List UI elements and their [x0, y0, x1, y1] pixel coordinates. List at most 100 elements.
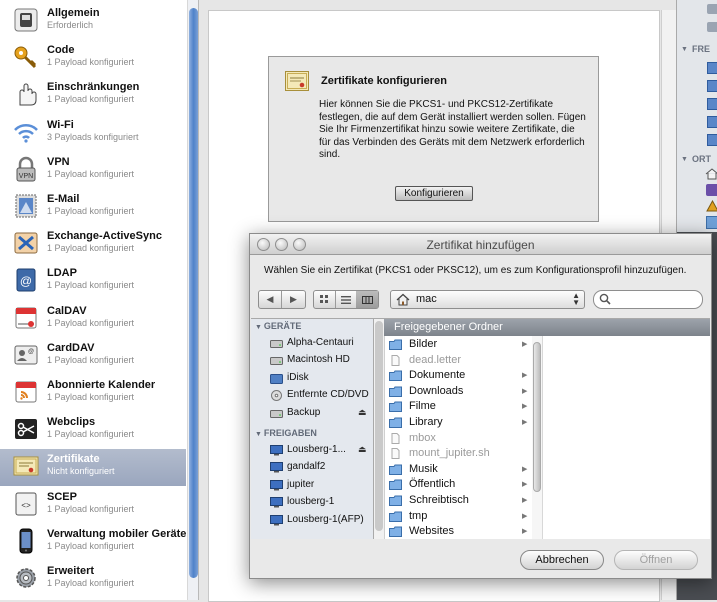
location-label: mac [416, 293, 437, 305]
search-input[interactable] [614, 292, 698, 307]
source-item[interactable]: Entfernte CD/DVD [270, 388, 370, 404]
exchange-icon [12, 229, 40, 257]
folder-icon [389, 495, 402, 506]
document-icon [389, 432, 402, 444]
disclosure-triangle-icon[interactable]: ▼ [255, 431, 264, 438]
drive-icon [707, 22, 717, 32]
sidebar-item-verwaltung-mobiler-geräte[interactable]: Verwaltung mobiler Geräte 1 Payload konfi… [0, 524, 186, 561]
dialog-title: Zertifikat hinzufügen [426, 238, 535, 252]
back-button[interactable]: ◀ [259, 291, 282, 308]
sidebar-item-einschränkungen[interactable]: Einschränkungen 1 Payload konfiguriert [0, 77, 186, 114]
disclosure-triangle-icon[interactable]: ▼ [681, 46, 688, 53]
disclosure-arrow-icon: ▶ [522, 372, 528, 380]
network-computer-icon[interactable] [707, 116, 717, 128]
sidebar-scrollbar[interactable] [187, 0, 198, 600]
source-item[interactable]: iDisk [270, 371, 370, 387]
source-item[interactable]: Alpha-Centauri [270, 336, 370, 352]
source-item[interactable]: Lousberg-1(AFP) [270, 513, 370, 529]
sidebar-item-label: Einschränkungen [47, 81, 140, 94]
column-view-button[interactable] [356, 291, 378, 308]
folder-row[interactable]: Websites ▶ [384, 524, 532, 539]
folder-row[interactable]: tmp ▶ [384, 509, 532, 525]
sidebar-item-carddav[interactable]: @ CardDAV 1 Payload konfiguriert [0, 338, 186, 375]
folder-row[interactable]: Library ▶ [384, 415, 532, 431]
sidebar-item-wi-fi[interactable]: Wi-Fi 3 Payloads konfiguriert [0, 115, 186, 152]
sidebar-item-exchange-activesync[interactable]: Exchange-ActiveSync 1 Payload konfigurier… [0, 226, 186, 263]
source-item-label: jupiter [287, 478, 315, 490]
search-icon [599, 293, 611, 305]
home-icon[interactable] [705, 168, 717, 180]
network-computer-icon[interactable] [707, 134, 717, 146]
forward-button[interactable]: ▶ [282, 291, 305, 308]
sidebar-item-zertifikate[interactable]: Zertifikate Nicht konfiguriert [0, 449, 186, 487]
folder-icon [389, 464, 402, 475]
subscribed-calendar-icon [12, 378, 40, 406]
open-button[interactable]: Öffnen [614, 550, 698, 570]
disclosure-arrow-icon: ▶ [522, 419, 528, 426]
source-item[interactable]: jupiter [270, 478, 370, 494]
sidebar-scroll-thumb[interactable] [189, 8, 198, 578]
applications-icon[interactable] [706, 184, 717, 196]
folder-row[interactable]: Downloads ▶ [384, 384, 532, 400]
hard-drive-icon [270, 408, 283, 419]
disclosure-triangle-icon[interactable]: ▼ [681, 156, 688, 163]
folder-icon[interactable] [706, 216, 717, 229]
sidebar-item-vpn[interactable]: VPN VPN 1 Payload konfiguriert [0, 152, 186, 189]
file-column: Bilder ▶ dead.letter Dokumente ▶ Downloads ▶ Fi… [384, 336, 533, 539]
sidebar-item-status: 1 Payload konfiguriert [47, 578, 135, 588]
sidebar-item-erweitert[interactable]: Erweitert 1 Payload konfiguriert [0, 561, 186, 598]
source-item[interactable]: Macintosh HD [270, 353, 370, 369]
list-view-button[interactable] [335, 291, 357, 308]
source-item[interactable]: Lousberg-1... ⏏ [270, 443, 370, 459]
disclosure-triangle-icon[interactable]: ▼ [255, 324, 264, 331]
sidebar-item-caldav[interactable]: CalDAV 1 Payload konfiguriert [0, 301, 186, 338]
folder-row[interactable]: Dokumente ▶ [384, 368, 532, 384]
folder-row[interactable]: Bilder ▶ [384, 337, 532, 353]
source-item[interactable]: Backup ⏏ [270, 406, 370, 422]
folder-row[interactable]: Öffentlich ▶ [384, 477, 532, 493]
apps-folder-icon[interactable] [706, 199, 717, 212]
document-icon [389, 448, 402, 460]
network-computer-icon[interactable] [707, 62, 717, 74]
sidebar-item-code[interactable]: Code 1 Payload konfiguriert [0, 40, 186, 77]
network-computer-icon [270, 479, 283, 491]
sidebar-item-abonnierte-kalender[interactable]: Abonnierte Kalender 1 Payload konfigurier… [0, 375, 186, 412]
sidebar-item-e-mail[interactable]: E-Mail 1 Payload konfiguriert [0, 189, 186, 226]
view-mode-control [313, 290, 379, 309]
sidebar-item-label: Zertifikate [47, 453, 100, 466]
folder-icon [389, 417, 402, 428]
back-arrow-icon: ◀ [266, 294, 274, 304]
file-name: Downloads [409, 384, 464, 397]
folder-row[interactable]: Musik ▶ [384, 462, 532, 478]
configure-button[interactable]: Konfigurieren [395, 186, 473, 201]
sidebar-item-ldap[interactable]: @ LDAP 1 Payload konfiguriert [0, 263, 186, 300]
folder-icon [389, 386, 402, 397]
sidebar-item-webclips[interactable]: Webclips 1 Payload konfiguriert [0, 412, 186, 449]
folder-row[interactable]: Filme ▶ [384, 399, 532, 415]
network-computer-icon[interactable] [707, 98, 717, 110]
cancel-button[interactable]: Abbrechen [520, 550, 604, 570]
eject-icon[interactable]: ⏏ [358, 407, 367, 418]
location-popup[interactable]: mac ▲ ▼ [390, 290, 585, 309]
sidebar-item-status: Nicht konfiguriert [47, 466, 115, 477]
search-field[interactable] [593, 290, 703, 309]
advanced-gear-icon [12, 564, 40, 592]
file-column-scrollbar[interactable] [532, 336, 543, 539]
network-computer-icon[interactable] [707, 80, 717, 92]
sidebar-item-label: Allgemein [47, 7, 100, 19]
source-item-label: gandalf2 [287, 461, 326, 473]
sidebar-item-label: VPN [47, 155, 70, 168]
dialog-titlebar[interactable]: Zertifikat hinzufügen [250, 234, 711, 255]
file-column-scroll-thumb[interactable] [533, 342, 541, 492]
column-view-icon [361, 295, 373, 304]
sidebar-item-scep[interactable]: <> SCEP 1 Payload konfiguriert [0, 487, 186, 524]
svg-text:@: @ [28, 349, 34, 355]
folder-row[interactable]: Schreibtisch ▶ [384, 493, 532, 509]
eject-icon[interactable]: ⏏ [358, 444, 367, 455]
source-item[interactable]: lousberg-1 [270, 495, 370, 511]
sidebar-item-label: Exchange-ActiveSync [47, 230, 162, 243]
sidebar-item-allgemein[interactable]: Allgemein Erforderlich [0, 3, 186, 40]
source-item[interactable]: gandalf2 [270, 460, 370, 476]
icon-view-button[interactable] [314, 291, 336, 308]
column1-scroll-thumb[interactable] [375, 321, 383, 531]
